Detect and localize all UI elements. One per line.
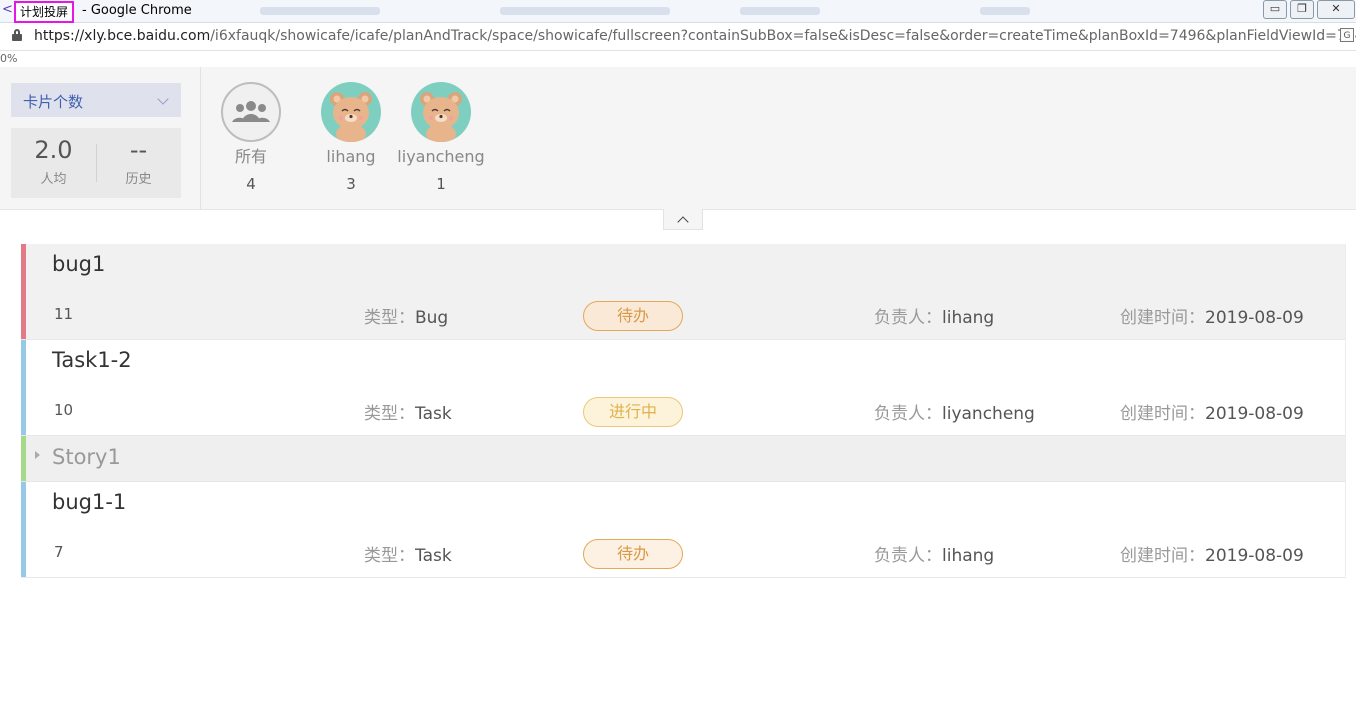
person-count: 4 bbox=[246, 175, 256, 193]
lock-icon bbox=[12, 29, 22, 41]
collapse-panel-button[interactable] bbox=[663, 209, 703, 230]
history-value: -- bbox=[129, 136, 148, 164]
card-created: 创建时间：2019-08-09 bbox=[1120, 404, 1304, 424]
window-titlebar: < 计划投屏 - Google Chrome ▭ ❐ ✕ bbox=[0, 0, 1356, 23]
person-name: 所有 bbox=[234, 147, 267, 166]
card-list: bug1 11 类型：Bug 待办 负责人：lihang 创建时间：2019-0… bbox=[21, 244, 1346, 578]
story-group-row[interactable]: Story1 bbox=[21, 436, 1346, 482]
card-created: 创建时间：2019-08-09 bbox=[1120, 308, 1304, 328]
card-created: 创建时间：2019-08-09 bbox=[1120, 546, 1304, 566]
card-title[interactable]: bug1-1 bbox=[52, 489, 126, 515]
person-filter-all[interactable]: 所有 4 bbox=[220, 82, 282, 193]
chevron-up-icon bbox=[677, 216, 689, 228]
per-capita-label: 人均 bbox=[40, 172, 67, 187]
metric-select[interactable]: 卡片个数 bbox=[11, 83, 181, 117]
person-name: liyancheng bbox=[397, 147, 485, 166]
card-owner: 负责人：lihang bbox=[874, 546, 995, 566]
card-item[interactable]: Task1-2 10 类型：Task 进行中 负责人：liyancheng 创建… bbox=[21, 340, 1346, 436]
card-number: 10 bbox=[54, 401, 74, 419]
person-filter-liyancheng[interactable]: liyancheng 1 bbox=[395, 82, 487, 193]
card-owner: 负责人：liyancheng bbox=[874, 404, 1035, 424]
window-title-highlight: 计划投屏 bbox=[14, 1, 75, 23]
card-item[interactable]: bug1-1 7 类型：Task 待办 负责人：lihang 创建时间：2019… bbox=[21, 482, 1346, 578]
window-title: - Google Chrome bbox=[82, 3, 192, 18]
story-group-name[interactable]: Story1 bbox=[52, 444, 121, 470]
metric-select-value: 卡片个数 bbox=[23, 93, 84, 111]
card-type: 类型：Task bbox=[364, 404, 452, 424]
stats-panel: 卡片个数 2.0 人均 -- 历史 所有 4 lihang 3 liyanche… bbox=[0, 67, 1356, 210]
minimize-button[interactable]: ▭ bbox=[1263, 0, 1287, 19]
chevron-down-icon bbox=[157, 93, 169, 105]
per-capita-value: 2.0 bbox=[34, 136, 73, 164]
app-logo-icon: < bbox=[2, 2, 13, 17]
card-type: 类型：Bug bbox=[364, 308, 449, 328]
person-count: 3 bbox=[346, 175, 356, 193]
bear-avatar-icon bbox=[411, 82, 471, 142]
card-title[interactable]: bug1 bbox=[52, 251, 105, 277]
type-color-bar bbox=[21, 340, 26, 435]
translate-icon[interactable]: G bbox=[1340, 28, 1354, 42]
background-tabs bbox=[200, 5, 1040, 17]
type-color-bar bbox=[21, 244, 26, 339]
type-color-bar bbox=[21, 482, 26, 577]
type-color-bar bbox=[21, 436, 26, 481]
status-badge[interactable]: 进行中 bbox=[583, 397, 683, 427]
card-number: 7 bbox=[54, 543, 64, 561]
card-number: 11 bbox=[54, 305, 74, 323]
person-count: 1 bbox=[436, 175, 446, 193]
person-name: lihang bbox=[326, 147, 376, 166]
history-label: 历史 bbox=[125, 172, 152, 187]
card-title[interactable]: Task1-2 bbox=[52, 347, 132, 373]
restore-button[interactable]: ❐ bbox=[1290, 0, 1314, 19]
metric-stats: 2.0 人均 -- 历史 bbox=[11, 128, 181, 198]
card-item[interactable]: bug1 11 类型：Bug 待办 负责人：lihang 创建时间：2019-0… bbox=[21, 244, 1346, 340]
per-capita-stat: 2.0 人均 bbox=[11, 136, 96, 187]
card-type: 类型：Task bbox=[364, 546, 452, 566]
address-bar[interactable]: https://xly.bce.baidu.com/i6xfauqk/showi… bbox=[0, 23, 1356, 51]
panel-divider bbox=[200, 67, 201, 209]
close-button[interactable]: ✕ bbox=[1317, 0, 1355, 19]
expand-triangle-icon[interactable] bbox=[35, 451, 40, 459]
bear-avatar-icon bbox=[321, 82, 381, 142]
status-badge[interactable]: 待办 bbox=[583, 301, 683, 331]
group-icon bbox=[221, 82, 281, 142]
url-text[interactable]: https://xly.bce.baidu.com/i6xfauqk/showi… bbox=[34, 27, 1356, 45]
progress-text: 0% bbox=[0, 52, 18, 65]
history-stat: -- 历史 bbox=[96, 136, 181, 187]
person-filter-lihang[interactable]: lihang 3 bbox=[320, 82, 382, 193]
card-owner: 负责人：lihang bbox=[874, 308, 995, 328]
status-badge[interactable]: 待办 bbox=[583, 539, 683, 569]
